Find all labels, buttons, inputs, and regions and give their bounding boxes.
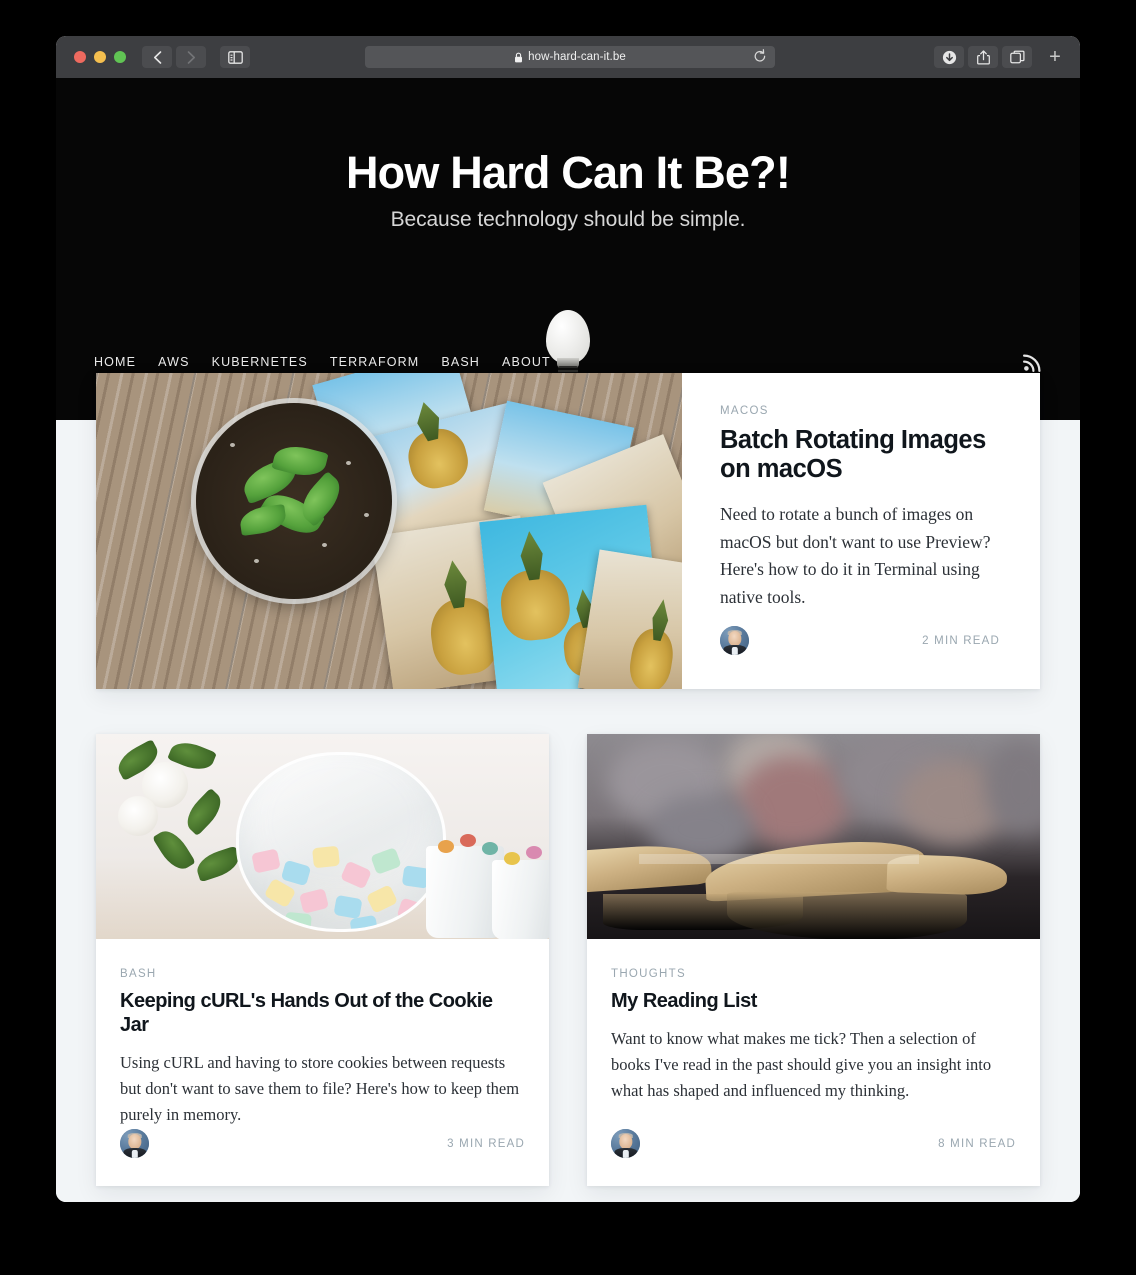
maximize-window-button[interactable] bbox=[114, 51, 126, 63]
featured-post-image[interactable] bbox=[96, 373, 682, 689]
browser-window: how-hard-can-it.be + How Hard Can It Be?… bbox=[56, 36, 1080, 1202]
site-tagline: Because technology should be simple. bbox=[390, 207, 746, 231]
featured-post-meta: 2 MIN READ bbox=[720, 626, 1000, 689]
nav-links: HOME AWS KUBERNETES TERRAFORM BASH ABOUT bbox=[94, 355, 551, 369]
reload-icon[interactable] bbox=[753, 49, 767, 67]
post-grid: BASH Keeping cURL's Hands Out of the Coo… bbox=[96, 734, 1040, 1202]
cookie-jar bbox=[236, 752, 446, 932]
featured-post-card[interactable]: MACOS Batch Rotating Images on macOS Nee… bbox=[96, 373, 1040, 689]
masthead: How Hard Can It Be?! Because technology … bbox=[56, 78, 1080, 232]
post-tag[interactable]: BASH bbox=[120, 968, 525, 980]
post-excerpt: Want to know what makes me tick? Then a … bbox=[611, 1029, 992, 1101]
nav-item-terraform[interactable]: TERRAFORM bbox=[330, 355, 420, 369]
sidebar-toggle-button[interactable] bbox=[220, 46, 250, 68]
author-avatar[interactable] bbox=[611, 1129, 640, 1158]
lock-icon bbox=[514, 52, 523, 63]
post-card-thoughts[interactable]: THOUGHTS My Reading List Want to know wh… bbox=[587, 734, 1040, 1186]
toolbar-actions: + bbox=[934, 40, 1068, 74]
featured-post-title[interactable]: Batch Rotating Images on macOS bbox=[720, 426, 1000, 484]
close-window-button[interactable] bbox=[74, 51, 86, 63]
window-controls bbox=[74, 51, 126, 63]
new-tab-button[interactable]: + bbox=[1042, 40, 1068, 74]
featured-post-tag[interactable]: MACOS bbox=[720, 405, 1000, 417]
nav-item-bash[interactable]: BASH bbox=[441, 355, 480, 369]
minimize-window-button[interactable] bbox=[94, 51, 106, 63]
author-avatar[interactable] bbox=[720, 626, 749, 655]
author-avatar[interactable] bbox=[120, 1129, 149, 1158]
nav-item-kubernetes[interactable]: KUBERNETES bbox=[212, 355, 308, 369]
url-text: how-hard-can-it.be bbox=[528, 51, 626, 63]
post-title[interactable]: Keeping cURL's Hands Out of the Cookie J… bbox=[120, 989, 525, 1037]
nav-item-aws[interactable]: AWS bbox=[158, 355, 189, 369]
featured-post-body: MACOS Batch Rotating Images on macOS Nee… bbox=[682, 373, 1040, 689]
post-title[interactable]: My Reading List bbox=[611, 989, 1016, 1013]
nav-item-home[interactable]: HOME bbox=[94, 355, 136, 369]
post-image-reading-list[interactable] bbox=[587, 734, 1040, 939]
nav-item-about[interactable]: ABOUT bbox=[502, 355, 551, 369]
post-read-time: 8 MIN READ bbox=[938, 1137, 1016, 1150]
share-button[interactable] bbox=[968, 46, 998, 68]
terrarium bbox=[196, 403, 392, 599]
forward-button[interactable] bbox=[176, 46, 206, 68]
post-body-thoughts: THOUGHTS My Reading List Want to know wh… bbox=[587, 939, 1040, 1186]
page-viewport: How Hard Can It Be?! Because technology … bbox=[56, 78, 1080, 1202]
post-tag[interactable]: THOUGHTS bbox=[611, 968, 1016, 980]
tab-overview-button[interactable] bbox=[1002, 46, 1032, 68]
back-button[interactable] bbox=[142, 46, 172, 68]
downloads-button[interactable] bbox=[934, 46, 964, 68]
rss-icon[interactable] bbox=[1023, 353, 1042, 372]
post-meta: 8 MIN READ bbox=[611, 1129, 1016, 1186]
site-title: How Hard Can It Be?! bbox=[345, 147, 791, 198]
post-read-time: 3 MIN READ bbox=[447, 1137, 525, 1150]
post-body-bash: BASH Keeping cURL's Hands Out of the Coo… bbox=[96, 939, 549, 1186]
address-bar[interactable]: how-hard-can-it.be bbox=[365, 46, 775, 68]
browser-toolbar: how-hard-can-it.be + bbox=[56, 36, 1080, 78]
featured-post-read-time: 2 MIN READ bbox=[922, 634, 1000, 647]
post-image-cookie-jar[interactable] bbox=[96, 734, 549, 939]
post-meta: 3 MIN READ bbox=[120, 1129, 525, 1186]
post-feed: MACOS Batch Rotating Images on macOS Nee… bbox=[56, 373, 1080, 1202]
featured-post-excerpt: Need to rotate a bunch of images on macO… bbox=[720, 504, 991, 607]
post-excerpt: Using cURL and having to store cookies b… bbox=[120, 1053, 520, 1125]
site-header: How Hard Can It Be?! Because technology … bbox=[56, 78, 1080, 420]
post-card-bash[interactable]: BASH Keeping cURL's Hands Out of the Coo… bbox=[96, 734, 549, 1186]
